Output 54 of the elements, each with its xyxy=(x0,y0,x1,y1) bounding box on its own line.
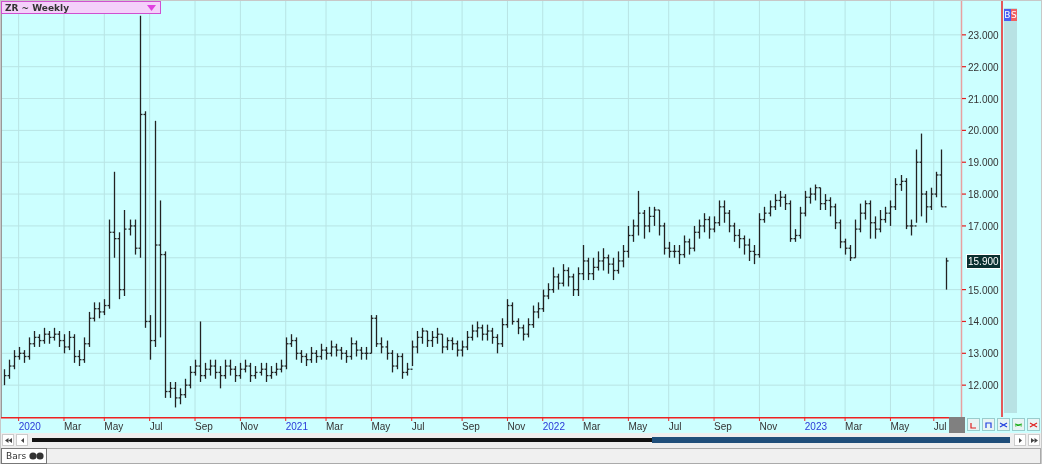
date-label: 2021 xyxy=(285,421,308,432)
left-arrow-icon xyxy=(18,437,26,443)
price-label: 14.000 xyxy=(968,316,999,328)
chart-tool-button[interactable] xyxy=(982,418,995,431)
scroll-button[interactable] xyxy=(16,434,28,446)
date-label: Nov xyxy=(759,421,778,432)
date-label: Sep xyxy=(714,421,732,432)
date-label: Nov xyxy=(240,421,259,432)
price-label: 17.000 xyxy=(968,220,999,232)
date-label: 2023 xyxy=(804,421,828,432)
date-label: Jul xyxy=(149,421,163,432)
date-label: May xyxy=(371,421,391,432)
date-label: Jul xyxy=(668,421,682,432)
symbol-dropdown[interactable]: ZR ~ Weekly xyxy=(1,1,161,14)
price-label: 15.000 xyxy=(968,284,999,296)
price-label: 22.000 xyxy=(968,61,999,73)
date-label: May xyxy=(628,421,648,432)
price-label: 18.000 xyxy=(968,189,999,201)
date-label: 2022 xyxy=(542,421,565,432)
date-label: Nov xyxy=(507,421,526,432)
date-label: Mar xyxy=(845,421,863,432)
view-tab[interactable]: Bars xyxy=(1,448,48,464)
chart-tool-button[interactable] xyxy=(997,418,1010,431)
date-label: Jul xyxy=(933,421,947,432)
scroll-end-block xyxy=(949,417,965,433)
date-label: Jul xyxy=(411,421,425,432)
scrollbar-thumb[interactable] xyxy=(652,437,1010,443)
chart-tool-button[interactable] xyxy=(967,418,980,431)
price-label: 21.000 xyxy=(968,93,999,105)
scroll-button[interactable] xyxy=(1014,434,1026,446)
chart-tool-button[interactable] xyxy=(1027,418,1040,431)
price-label: 13.000 xyxy=(968,348,999,360)
caret-icon xyxy=(147,4,156,11)
date-label: 2020 xyxy=(18,421,41,432)
price-label: 23.000 xyxy=(968,29,999,41)
double-left-arrow-icon xyxy=(4,437,12,443)
date-label: May xyxy=(104,421,124,432)
date-label: Sep xyxy=(195,421,213,432)
date-label: May xyxy=(890,421,910,432)
price-label: 12.000 xyxy=(968,380,999,392)
price-label: 20.000 xyxy=(968,125,999,137)
scroll-button[interactable] xyxy=(2,434,14,446)
price-label: 19.000 xyxy=(968,157,999,169)
scrollbar-track[interactable] xyxy=(32,438,1010,442)
date-label: Sep xyxy=(462,421,480,432)
step-line-icon xyxy=(984,419,993,430)
order-badge[interactable]: B xyxy=(1004,9,1011,21)
two-dots-icon xyxy=(29,452,45,460)
date-label: Mar xyxy=(583,421,601,432)
scroll-button[interactable] xyxy=(1028,434,1040,446)
double-right-arrow-icon xyxy=(1030,437,1038,443)
date-label: Mar xyxy=(64,421,82,432)
date-label: Mar xyxy=(326,421,344,432)
right-arrow-icon xyxy=(1016,437,1024,443)
